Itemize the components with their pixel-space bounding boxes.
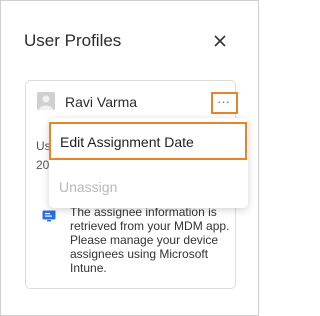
info-screen-icon bbox=[42, 209, 56, 222]
edit-assignment-date-menu-item[interactable]: Edit Assignment Date bbox=[49, 122, 247, 160]
panel-title: User Profiles bbox=[24, 31, 122, 50]
more-options-button[interactable]: ··· bbox=[211, 92, 238, 114]
close-icon bbox=[214, 35, 226, 47]
edit-assignment-date-label: Edit Assignment Date bbox=[60, 134, 194, 150]
close-button[interactable] bbox=[211, 32, 229, 50]
assignment-date-partial: 20 bbox=[36, 158, 50, 172]
user-name: Ravi Varma bbox=[65, 94, 138, 110]
mdm-info-text: The assignee information is retrieved fr… bbox=[70, 205, 230, 275]
more-icon: ··· bbox=[217, 94, 230, 109]
unassign-menu-item[interactable]: Unassign bbox=[59, 179, 117, 195]
more-options-menu: Edit Assignment Date Unassign bbox=[49, 118, 248, 208]
user-profiles-panel: User Profiles Ravi Varma ··· Us 20 The a… bbox=[0, 0, 259, 316]
user-avatar-icon bbox=[37, 92, 55, 110]
